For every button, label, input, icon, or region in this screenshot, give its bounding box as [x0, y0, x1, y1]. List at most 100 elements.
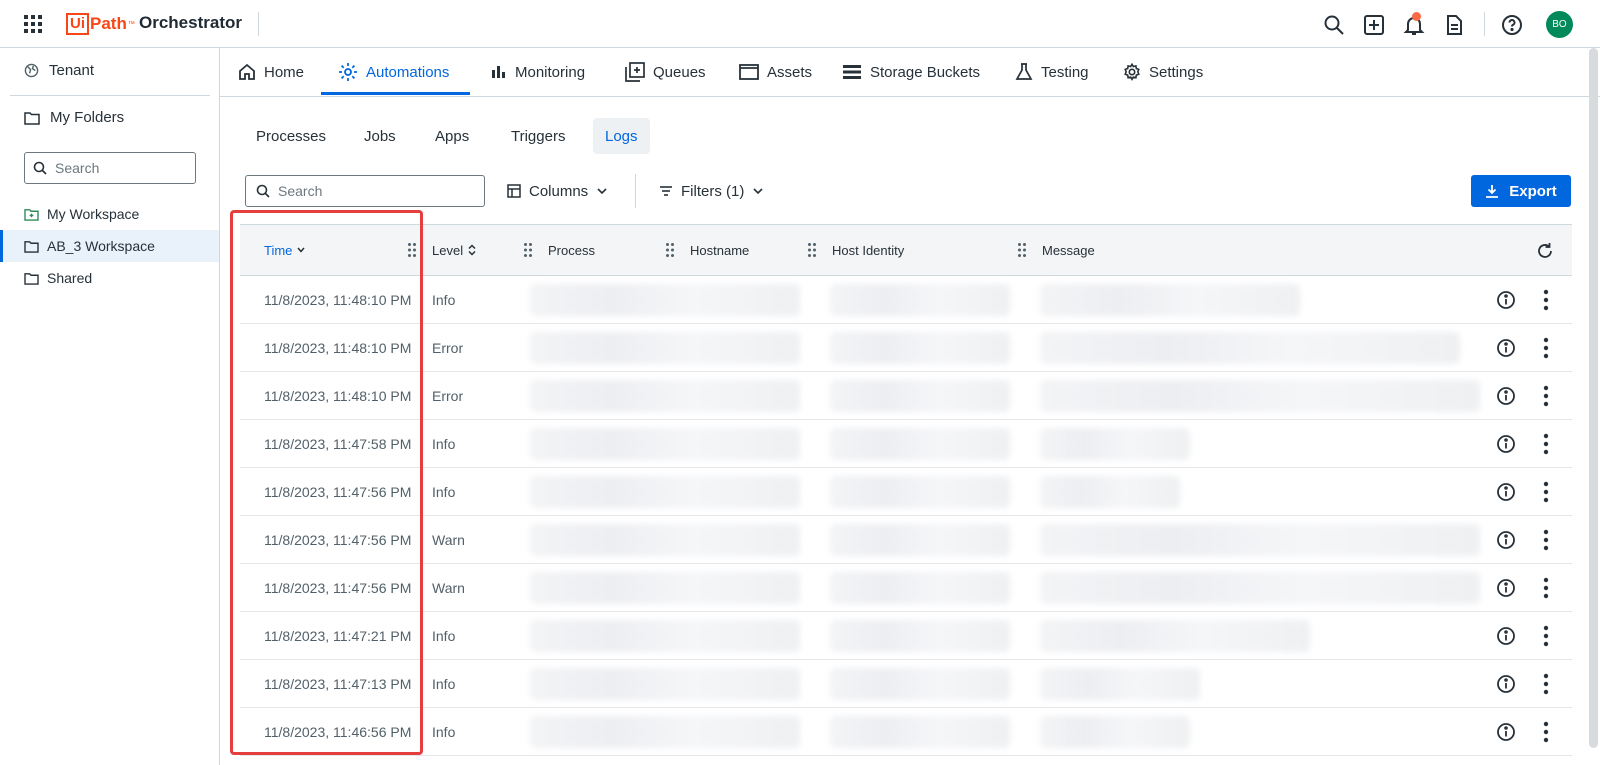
redacted-process-hostname	[530, 428, 800, 460]
uipath-logo[interactable]: Ui Path ™	[66, 12, 135, 36]
export-button[interactable]: Export	[1471, 175, 1571, 207]
table-row[interactable]: 11/8/2023, 11:47:56 PM Warn	[240, 564, 1572, 612]
sidebar-item-ab3-workspace[interactable]: AB_3 Workspace	[0, 230, 219, 262]
table-row[interactable]: 11/8/2023, 11:46:56 PM Info	[240, 708, 1572, 756]
info-icon[interactable]	[1496, 626, 1516, 646]
info-icon[interactable]	[1496, 482, 1516, 502]
tab-jobs[interactable]: Jobs	[352, 118, 408, 154]
nav-automations[interactable]: Automations	[338, 48, 449, 96]
nav-label: Queues	[653, 63, 706, 81]
nav-queues[interactable]: Queues	[625, 48, 706, 96]
main-nav: Home Automations Monitoring Queues Asset…	[220, 48, 1600, 97]
cell-level: Error	[432, 388, 464, 404]
more-actions-icon[interactable]	[1537, 481, 1555, 503]
folder-icon	[24, 240, 39, 253]
info-icon[interactable]	[1496, 674, 1516, 694]
table-row[interactable]: 11/8/2023, 11:48:10 PM Error	[240, 324, 1572, 372]
nav-storage-buckets[interactable]: Storage Buckets	[842, 48, 980, 96]
redacted-message	[1040, 668, 1200, 700]
search-icon[interactable]	[1323, 14, 1345, 36]
search-icon	[33, 161, 47, 175]
drag-handle-icon[interactable]	[523, 242, 533, 258]
more-actions-icon[interactable]	[1537, 673, 1555, 695]
logs-search-field[interactable]	[245, 175, 485, 207]
table-row[interactable]: 11/8/2023, 11:47:58 PM Info	[240, 420, 1572, 468]
table-row[interactable]: 11/8/2023, 11:48:10 PM Error	[240, 372, 1572, 420]
nav-testing[interactable]: Testing	[1015, 48, 1089, 96]
sidebar-item-my-workspace[interactable]: My Workspace	[0, 198, 219, 230]
nav-monitoring[interactable]: Monitoring	[491, 48, 585, 96]
column-header-process[interactable]: Process	[548, 225, 595, 275]
info-icon[interactable]	[1496, 578, 1516, 598]
nav-label: Automations	[366, 63, 450, 81]
column-header-hostname[interactable]: Hostname	[690, 225, 749, 275]
info-icon[interactable]	[1496, 434, 1516, 454]
columns-button[interactable]: Columns	[507, 176, 608, 206]
column-header-message[interactable]: Message	[1042, 225, 1095, 275]
folder-search-input[interactable]	[55, 160, 185, 176]
info-icon[interactable]	[1496, 386, 1516, 406]
more-actions-icon[interactable]	[1537, 577, 1555, 599]
info-icon[interactable]	[1496, 338, 1516, 358]
columns-label: Columns	[529, 182, 589, 200]
folder-search-field[interactable]	[24, 152, 196, 184]
document-icon[interactable]	[1443, 14, 1465, 36]
assets-icon	[739, 64, 759, 80]
refresh-icon[interactable]	[1536, 242, 1554, 260]
add-resource-icon[interactable]	[1363, 14, 1385, 36]
tab-apps[interactable]: Apps	[423, 118, 481, 154]
info-icon[interactable]	[1496, 530, 1516, 550]
drag-handle-icon[interactable]	[807, 242, 817, 258]
tab-triggers[interactable]: Triggers	[499, 118, 577, 154]
nav-settings[interactable]: Settings	[1123, 48, 1203, 96]
more-actions-icon[interactable]	[1537, 721, 1555, 743]
tenant-item[interactable]: Tenant	[24, 62, 94, 79]
tab-logs[interactable]: Logs	[593, 118, 650, 154]
more-actions-icon[interactable]	[1537, 337, 1555, 359]
more-actions-icon[interactable]	[1537, 625, 1555, 647]
more-actions-icon[interactable]	[1537, 385, 1555, 407]
nav-label: Storage Buckets	[870, 63, 981, 81]
table-row[interactable]: 11/8/2023, 11:48:10 PM Info	[240, 276, 1572, 324]
table-row[interactable]: 11/8/2023, 11:47:21 PM Info	[240, 612, 1572, 660]
nav-assets[interactable]: Assets	[739, 48, 812, 96]
column-header-host-identity[interactable]: Host Identity	[832, 225, 904, 275]
cell-level: Info	[432, 724, 456, 740]
sidebar-item-label: My Workspace	[47, 206, 140, 222]
redacted-process-hostname	[530, 476, 800, 508]
redacted-message	[1040, 332, 1460, 364]
filters-label: Filters (1)	[681, 182, 745, 200]
cell-level: Info	[432, 628, 456, 644]
more-actions-icon[interactable]	[1537, 529, 1555, 551]
folder-sidebar: Tenant My Folders My Workspace AB_3 Work…	[0, 48, 220, 765]
sidebar-item-shared[interactable]: Shared	[0, 262, 219, 294]
automations-icon	[338, 62, 358, 82]
info-icon[interactable]	[1496, 722, 1516, 742]
table-row[interactable]: 11/8/2023, 11:47:13 PM Info	[240, 660, 1572, 708]
cell-level: Info	[432, 292, 456, 308]
nav-home[interactable]: Home	[238, 48, 304, 96]
monitoring-icon	[491, 64, 507, 80]
redacted-process-hostname	[530, 716, 800, 748]
logs-search-input[interactable]	[278, 183, 468, 199]
nav-label: Monitoring	[515, 63, 586, 81]
my-folders-item[interactable]: My Folders	[24, 109, 124, 126]
filters-button[interactable]: Filters (1)	[659, 176, 764, 206]
redacted-host-identity	[830, 572, 1010, 604]
more-actions-icon[interactable]	[1537, 289, 1555, 311]
drag-handle-icon[interactable]	[1017, 242, 1027, 258]
page-scrollbar[interactable]	[1589, 48, 1598, 748]
more-actions-icon[interactable]	[1537, 433, 1555, 455]
help-icon[interactable]	[1501, 14, 1523, 36]
drag-handle-icon[interactable]	[665, 242, 675, 258]
tab-processes[interactable]: Processes	[244, 118, 338, 154]
table-row[interactable]: 11/8/2023, 11:47:56 PM Warn	[240, 516, 1572, 564]
nav-active-indicator	[321, 92, 470, 95]
sidebar-item-label: AB_3 Workspace	[47, 238, 155, 254]
table-row[interactable]: 11/8/2023, 11:47:56 PM Info	[240, 468, 1572, 516]
avatar[interactable]: BO	[1546, 11, 1573, 38]
info-icon[interactable]	[1496, 290, 1516, 310]
app-launcher-icon[interactable]	[24, 15, 42, 33]
redacted-host-identity	[830, 620, 1010, 652]
column-header-level[interactable]: Level	[432, 225, 477, 275]
